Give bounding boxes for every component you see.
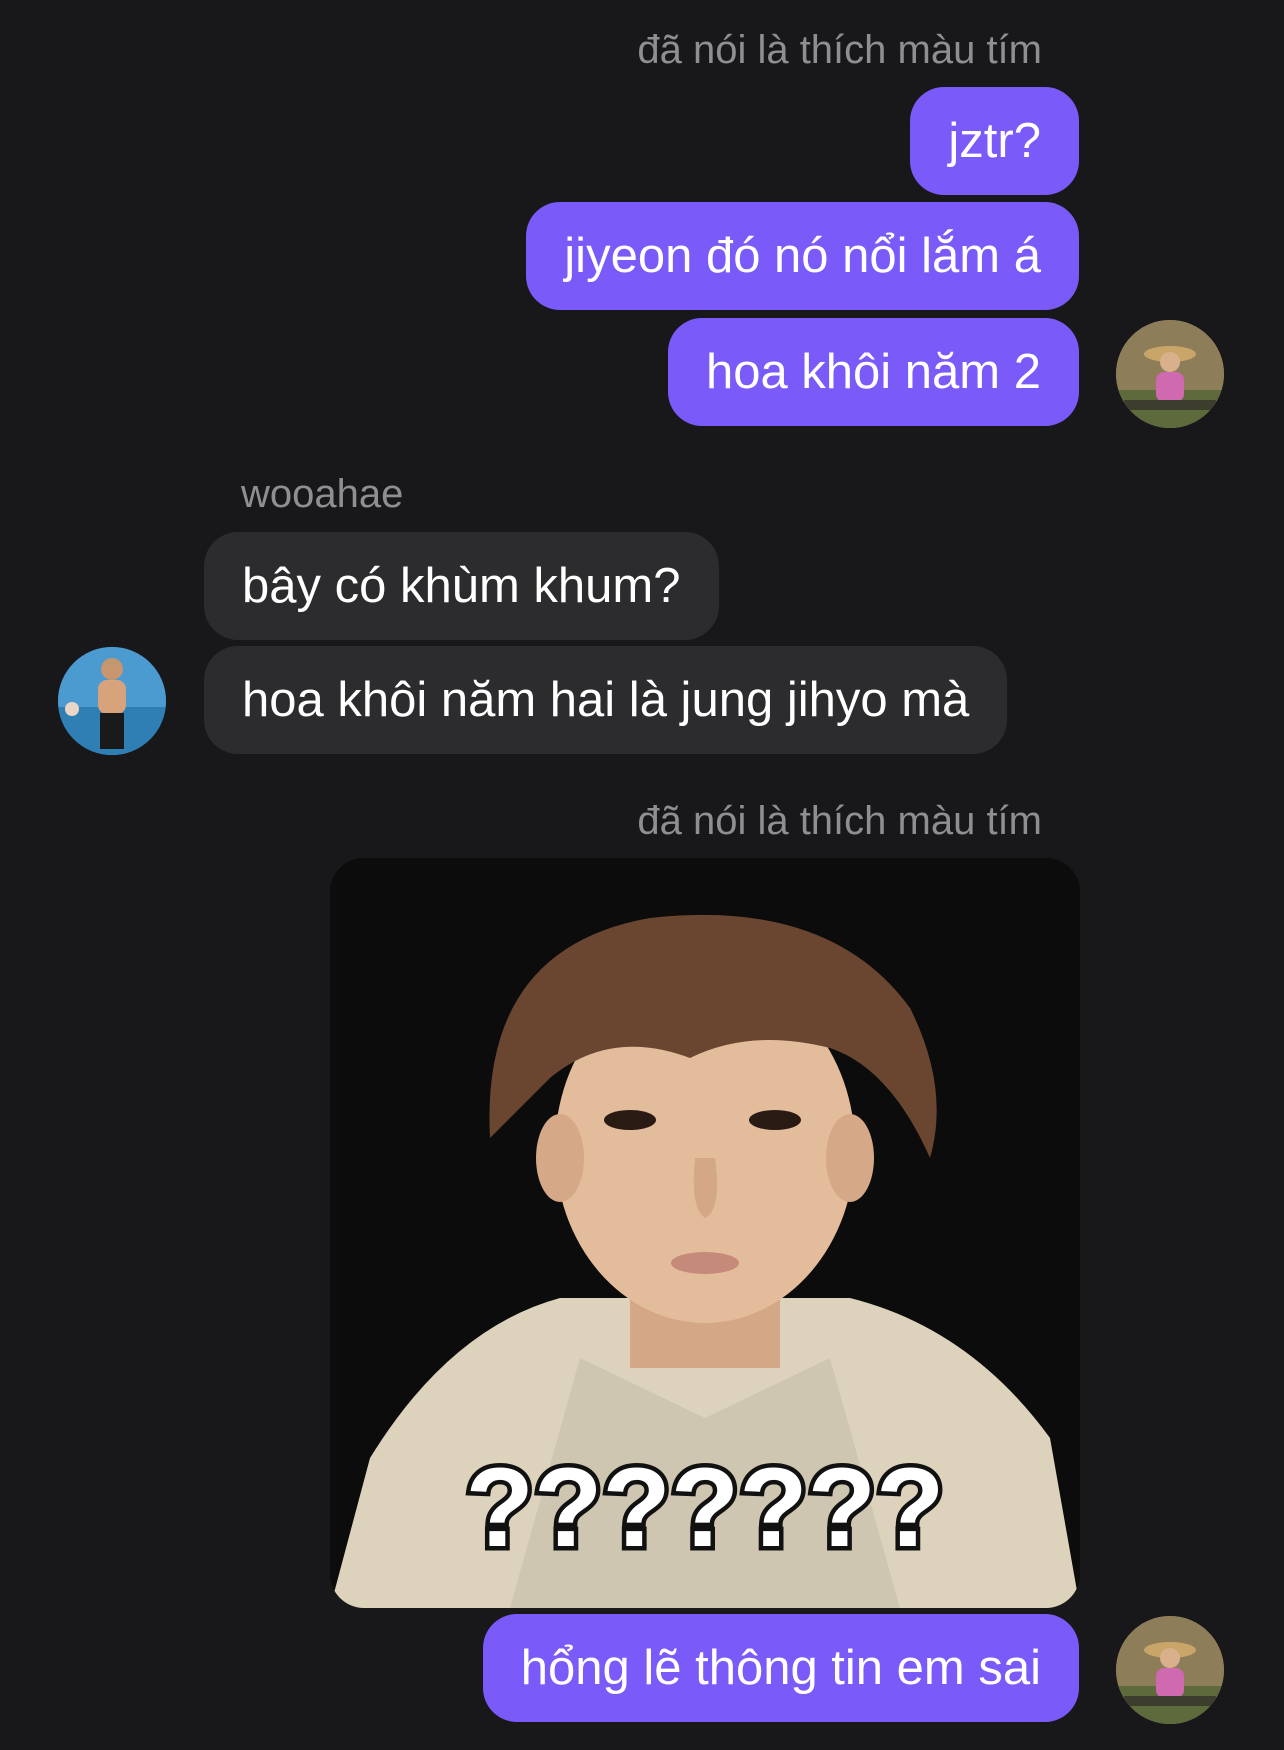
shared-image[interactable]: ??????? (330, 858, 1080, 1608)
my-avatar[interactable] (1116, 320, 1224, 428)
message-bubble[interactable]: hoa khôi năm hai là jung jihyo mà (204, 646, 1008, 754)
message-bubble[interactable]: hoa khôi năm 2 (667, 318, 1079, 426)
message-bubble[interactable]: jztr? (910, 87, 1079, 195)
avatar-photo (1116, 1616, 1224, 1724)
image-caption: ??????? (466, 1445, 945, 1570)
contact-avatar[interactable] (58, 647, 166, 755)
sender-name: đã nói là thích màu tím (637, 799, 1042, 843)
avatar-photo (1116, 320, 1224, 428)
message-bubble[interactable]: hổng lẽ thông tin em sai (482, 1614, 1079, 1722)
avatar-photo (58, 647, 166, 755)
meme-photo: ??????? (330, 858, 1080, 1608)
message-bubble[interactable]: bây có khùm khum? (204, 532, 719, 640)
sender-name: đã nói là thích màu tím (637, 28, 1042, 72)
sender-name: wooahae (241, 472, 404, 516)
my-avatar[interactable] (1116, 1616, 1224, 1724)
message-bubble[interactable]: jiyeon đó nó nổi lắm á (526, 202, 1079, 310)
